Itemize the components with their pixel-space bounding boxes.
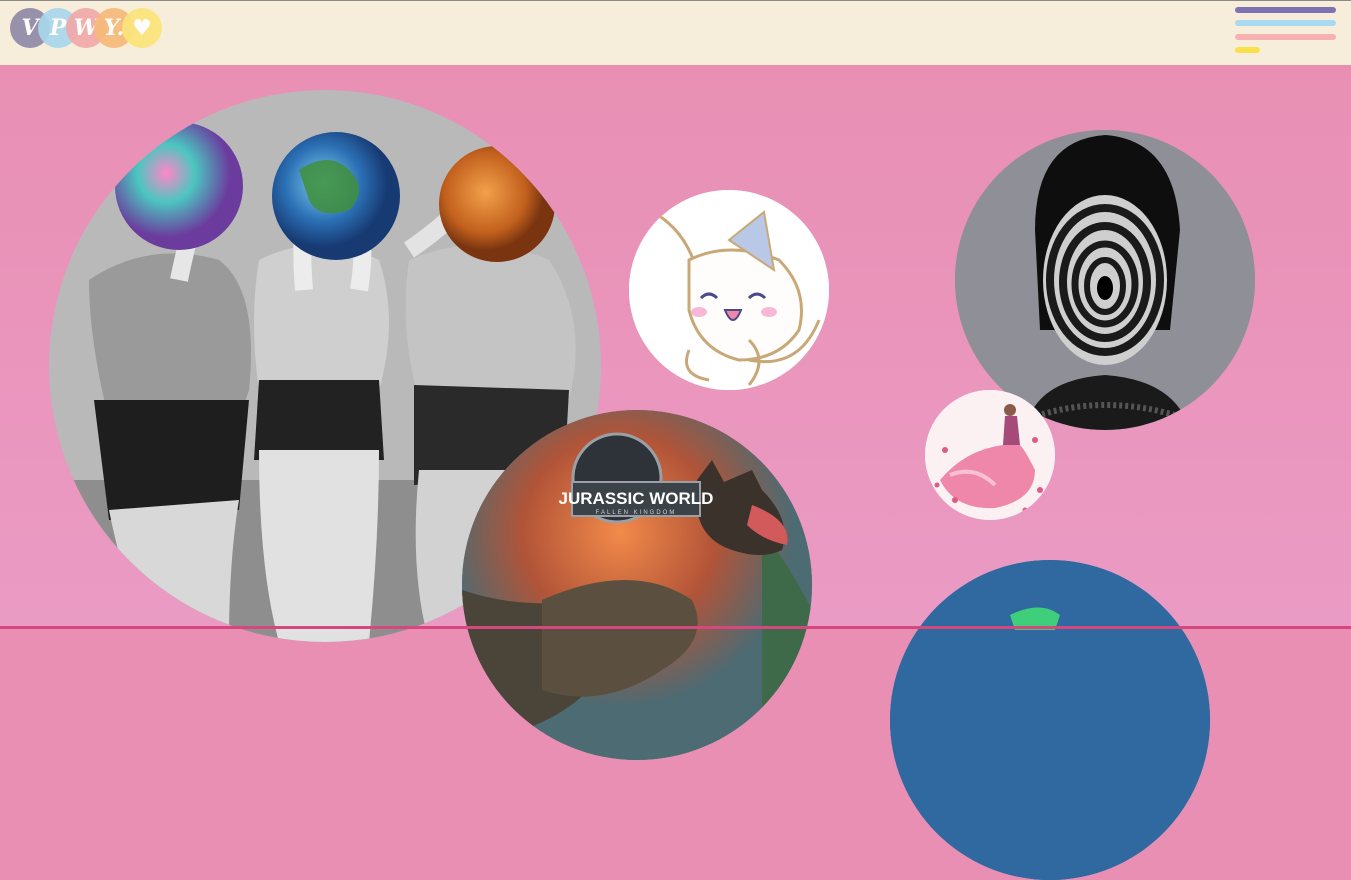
heart-icon: ♥: [122, 8, 162, 48]
pink-dress-photo[interactable]: [925, 390, 1055, 520]
site-logo[interactable]: V P W Y. ♥: [10, 8, 170, 49]
hamburger-menu-icon[interactable]: [1235, 7, 1337, 55]
jurassic-subtitle: FALLEN KINGDOM: [596, 510, 677, 516]
cinnamoroll-image: [629, 190, 829, 390]
top-bar: V P W Y. ♥: [0, 0, 1351, 65]
jurassic-title: JURASSIC WORLD: [559, 489, 714, 508]
spiral-face-image: [955, 130, 1255, 430]
menu-line-3: [1235, 34, 1336, 40]
pink-dress-image: [925, 390, 1055, 520]
spiral-face-photo[interactable]: [955, 130, 1255, 430]
blue-bubble-image: [890, 560, 1210, 880]
jurassic-world-poster[interactable]: JURASSIC WORLD FALLEN KINGDOM: [462, 410, 812, 760]
menu-line-4: [1235, 47, 1260, 53]
cinnamoroll-illustration[interactable]: [629, 190, 829, 390]
menu-line-2: [1235, 20, 1336, 26]
blue-bubble-partial[interactable]: [890, 560, 1210, 880]
jurassic-world-image: JURASSIC WORLD FALLEN KINGDOM: [462, 410, 812, 760]
menu-line-1: [1235, 7, 1336, 13]
